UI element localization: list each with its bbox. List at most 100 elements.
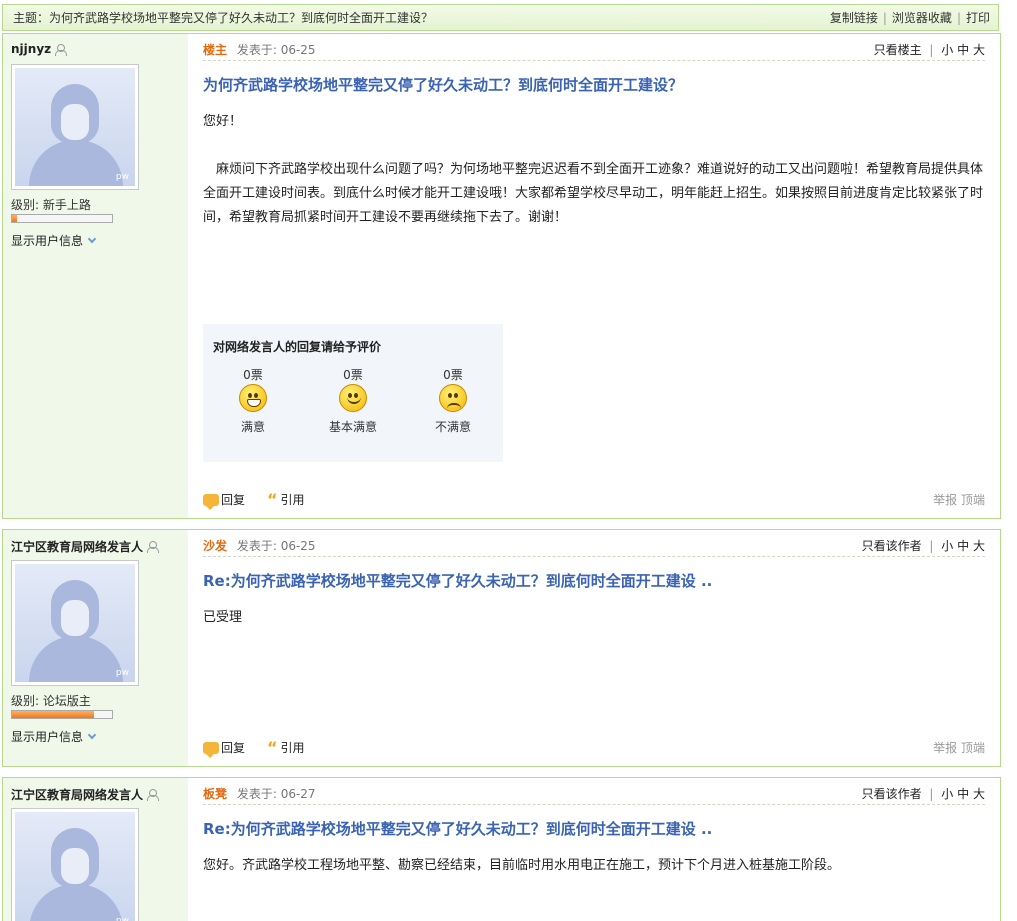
rating-label: 满意 bbox=[240, 420, 265, 434]
reply-button[interactable]: 回复 bbox=[203, 739, 245, 758]
avatar[interactable]: pw bbox=[11, 64, 139, 190]
divider: | bbox=[929, 43, 934, 57]
show-user-info-link[interactable]: 显示用户信息 bbox=[11, 232, 97, 249]
top-link[interactable]: 顶端 bbox=[961, 493, 985, 507]
font-small-link[interactable]: 小 bbox=[941, 787, 953, 801]
reply-button[interactable]: 回复 bbox=[203, 491, 245, 510]
rating-option-basically-satisfied[interactable]: 0票 基本满意 bbox=[313, 366, 393, 435]
author-name[interactable]: 江宁区教育局网络发言人 bbox=[11, 786, 160, 803]
quote-button[interactable]: “引用 bbox=[267, 739, 305, 756]
font-small-link[interactable]: 小 bbox=[941, 539, 953, 553]
post-3: 江宁区教育局网络发言人 pw 板凳 发表于: 06-27 只看该作者 | 小 中… bbox=[2, 777, 1001, 921]
divider: | bbox=[956, 10, 961, 25]
font-medium-link[interactable]: 中 bbox=[957, 787, 969, 801]
post-sidebar: 江宁区教育局网络发言人 pw bbox=[3, 778, 188, 921]
report-link[interactable]: 举报 bbox=[933, 741, 957, 755]
divider: | bbox=[929, 539, 934, 553]
view-options: 只看该作者 | 小 中 大 bbox=[862, 785, 985, 802]
chevron-down-icon bbox=[87, 730, 97, 739]
font-small-link[interactable]: 小 bbox=[941, 43, 953, 57]
post-footer: 回复 “引用 举报 顶端 bbox=[203, 739, 985, 758]
report-link[interactable]: 举报 bbox=[933, 493, 957, 507]
user-icon bbox=[147, 541, 160, 553]
post-main: 板凳 发表于: 06-27 只看该作者 | 小 中 大 Re:为何齐武路学校场地… bbox=[188, 778, 1000, 921]
rating-option-unsatisfied[interactable]: 0票 不满意 bbox=[413, 366, 493, 435]
vote-count: 0票 bbox=[343, 368, 363, 382]
author-name-text[interactable]: njjnyz bbox=[11, 42, 51, 56]
quote-label[interactable]: 引用 bbox=[281, 739, 305, 756]
view-only-author-link[interactable]: 只看楼主 bbox=[874, 43, 922, 57]
topic-bar: 主题：为何齐武路学校场地平整完又停了好久未动工？到底何时全面开工建设？ 复制链接… bbox=[2, 4, 999, 31]
post-date: 发表于: 06-27 bbox=[236, 787, 316, 801]
view-only-author-link[interactable]: 只看该作者 bbox=[862, 787, 922, 801]
post-main: 楼主 发表于: 06-25 只看楼主 | 小 中 大 为何齐武路学校场地平整完又… bbox=[188, 34, 1000, 518]
post-title: 为何齐武路学校场地平整完又停了好久未动工？到底何时全面开工建设？ bbox=[203, 76, 684, 94]
author-name-text[interactable]: 江宁区教育局网络发言人 bbox=[11, 786, 143, 803]
post-content: 麻烦问下齐武路学校出现什么问题了吗？为何场地平整完迟迟看不到全面开工迹象？难道说… bbox=[203, 162, 984, 225]
topic-actions: 复制链接 | 浏览器收藏 | 打印 bbox=[830, 9, 990, 26]
post-content: 已受理 bbox=[203, 610, 243, 625]
copy-link-button[interactable]: 复制链接 bbox=[830, 9, 878, 26]
reply-label[interactable]: 回复 bbox=[221, 739, 245, 756]
floor-label: 板凳 bbox=[203, 787, 228, 801]
reply-icon bbox=[203, 493, 219, 510]
print-button[interactable]: 打印 bbox=[966, 9, 990, 26]
rating-title: 对网络发言人的回复请给予评价 bbox=[213, 340, 382, 354]
top-link[interactable]: 顶端 bbox=[961, 741, 985, 755]
post-date: 发表于: 06-25 bbox=[236, 43, 316, 57]
avatar[interactable]: pw bbox=[11, 808, 139, 921]
rating-label: 基本满意 bbox=[328, 420, 377, 434]
quote-label[interactable]: 引用 bbox=[281, 491, 305, 508]
sad-face-icon[interactable] bbox=[439, 384, 467, 412]
post-meta: 楼主 发表于: 06-25 只看楼主 | 小 中 大 bbox=[203, 41, 985, 61]
floor-label: 沙发 bbox=[203, 539, 228, 553]
author-name-text[interactable]: 江宁区教育局网络发言人 bbox=[11, 538, 143, 555]
show-user-info-label[interactable]: 显示用户信息 bbox=[11, 728, 83, 745]
rating-option-satisfied[interactable]: 0票 满意 bbox=[213, 366, 293, 435]
show-user-info-link[interactable]: 显示用户信息 bbox=[11, 728, 97, 745]
chevron-down-icon bbox=[87, 234, 97, 243]
divider: | bbox=[929, 787, 934, 801]
post-title: Re:为何齐武路学校场地平整完又停了好久未动工？到底何时全面开工建设 .. bbox=[203, 820, 713, 838]
post-meta: 板凳 发表于: 06-27 只看该作者 | 小 中 大 bbox=[203, 785, 985, 805]
vote-count: 0票 bbox=[443, 368, 463, 382]
floor-label: 楼主 bbox=[203, 43, 228, 57]
vote-count: 0票 bbox=[243, 368, 263, 382]
show-user-info-label[interactable]: 显示用户信息 bbox=[11, 232, 83, 249]
reply-label[interactable]: 回复 bbox=[221, 491, 245, 508]
post-content: 您好。齐武路学校工程场地平整、勘察已经结束，目前临时用水用电正在施工，预计下个月… bbox=[203, 858, 841, 873]
user-level: 级别: 新手上路 bbox=[11, 198, 91, 212]
post-body: 已受理 bbox=[203, 606, 985, 630]
divider: | bbox=[882, 10, 887, 25]
post-sidebar: njjnyz pw 级别: 新手上路 显示用户信息 bbox=[3, 34, 188, 518]
font-large-link[interactable]: 大 bbox=[973, 539, 985, 553]
reply-icon bbox=[203, 741, 219, 758]
level-progress-bar bbox=[11, 214, 113, 223]
font-large-link[interactable]: 大 bbox=[973, 43, 985, 57]
rating-panel: 对网络发言人的回复请给予评价 0票 满意 0票 基本满意 0票 不满意 bbox=[203, 324, 503, 462]
grin-face-icon[interactable] bbox=[239, 384, 267, 412]
font-medium-link[interactable]: 中 bbox=[957, 43, 969, 57]
quote-button[interactable]: “引用 bbox=[267, 491, 305, 508]
post-title: Re:为何齐武路学校场地平整完又停了好久未动工？到底何时全面开工建设 .. bbox=[203, 572, 713, 590]
view-only-author-link[interactable]: 只看该作者 bbox=[862, 539, 922, 553]
font-large-link[interactable]: 大 bbox=[973, 787, 985, 801]
post-body: 您好！ 麻烦问下齐武路学校出现什么问题了吗？为何场地平整完迟迟看不到全面开工迹象… bbox=[203, 110, 985, 230]
post-1: njjnyz pw 级别: 新手上路 显示用户信息 楼主 发表于: 06-25 … bbox=[2, 33, 1001, 519]
post-sidebar: 江宁区教育局网络发言人 pw 级别: 论坛版主 显示用户信息 bbox=[3, 530, 188, 766]
avatar[interactable]: pw bbox=[11, 560, 139, 686]
bookmark-button[interactable]: 浏览器收藏 bbox=[892, 9, 952, 26]
post-meta: 沙发 发表于: 06-25 只看该作者 | 小 中 大 bbox=[203, 537, 985, 557]
author-name[interactable]: 江宁区教育局网络发言人 bbox=[11, 538, 160, 555]
view-options: 只看楼主 | 小 中 大 bbox=[874, 41, 985, 58]
quote-icon: “ bbox=[267, 737, 278, 757]
author-name[interactable]: njjnyz bbox=[11, 42, 68, 56]
font-medium-link[interactable]: 中 bbox=[957, 539, 969, 553]
user-level: 级别: 论坛版主 bbox=[11, 694, 91, 708]
view-options: 只看该作者 | 小 中 大 bbox=[862, 537, 985, 554]
post-footer: 回复 “引用 举报 顶端 bbox=[203, 491, 985, 510]
smile-face-icon[interactable] bbox=[339, 384, 367, 412]
post-2: 江宁区教育局网络发言人 pw 级别: 论坛版主 显示用户信息 沙发 发表于: 0… bbox=[2, 529, 1001, 767]
user-icon bbox=[55, 43, 68, 56]
post-body: 您好。齐武路学校工程场地平整、勘察已经结束，目前临时用水用电正在施工，预计下个月… bbox=[203, 854, 985, 878]
